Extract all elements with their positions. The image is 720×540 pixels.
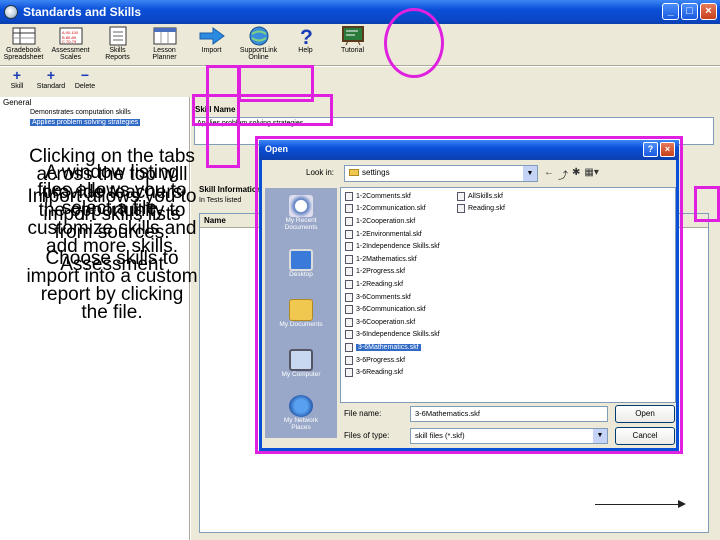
main-toolbar: Gradebook Spreadsheet A 90-100 B 80-89 C 7… — [0, 24, 720, 66]
lesson-planner-label: Lesson Planner — [152, 47, 177, 61]
window-title: Standards and Skills — [23, 5, 142, 19]
skills-reports-label: Skills Reports — [105, 47, 130, 61]
assessment-scales-label: Assessment Scales — [51, 47, 90, 61]
help-label: Help — [298, 47, 313, 54]
minimize-button[interactable]: _ — [662, 3, 679, 20]
list-item-label: Demonstrates computation skills — [30, 109, 131, 116]
gradebook-button[interactable]: Gradebook Spreadsheet — [0, 24, 47, 66]
reports-icon — [104, 25, 132, 47]
svg-text:C 70-79: C 70-79 — [62, 39, 77, 44]
list-item-selected[interactable]: Applies problem solving strategies — [0, 118, 189, 128]
supportlink-label: SupportLink Online — [239, 47, 278, 61]
lesson-planner-button[interactable]: Lesson Planner — [141, 24, 188, 66]
add-skill-label: Skill — [10, 83, 24, 90]
plus-icon: + — [46, 67, 56, 83]
app-icon — [4, 5, 18, 19]
tutorial-button[interactable]: Tutorial — [329, 24, 376, 66]
planner-icon — [151, 25, 179, 47]
add-skill-button[interactable]: + Skill — [0, 67, 34, 97]
gradebook-icon — [10, 25, 38, 47]
highlight-right-edge — [694, 186, 720, 222]
tutorial-label: Tutorial — [340, 47, 365, 54]
list-item-label: Applies problem solving strategies — [30, 119, 141, 126]
highlight-skill-name — [192, 94, 333, 126]
import-label: Import — [201, 47, 222, 54]
tutorial-icon — [339, 25, 367, 47]
add-standard-button[interactable]: + Standard — [34, 67, 68, 97]
add-standard-label: Standard — [36, 83, 66, 90]
group-header[interactable]: General — [0, 97, 189, 108]
maximize-button[interactable]: □ — [681, 3, 698, 20]
window-titlebar: Standards and Skills _ □ × — [0, 0, 720, 24]
list-item[interactable]: Demonstrates computation skills — [0, 108, 189, 118]
assessment-scales-button[interactable]: A 90-100 B 80-89 C 70-79 Assessment Scales — [47, 24, 94, 66]
scales-icon: A 90-100 B 80-89 C 70-79 — [57, 25, 85, 47]
highlight-open-dialog — [255, 136, 683, 454]
caption-layer-3: Import allows you to import skills lists… — [27, 186, 197, 243]
import-button[interactable]: Import — [188, 24, 235, 66]
help-icon: ? — [292, 25, 320, 47]
skill-information-label: Skill Information — [199, 185, 262, 194]
import-arrow-icon — [198, 25, 226, 47]
sub-toolbar: + Skill + Standard − Delete — [0, 67, 720, 97]
close-button[interactable]: × — [700, 3, 717, 20]
tests-listed-label: In Tests listed — [199, 197, 242, 204]
next-arrow-line — [595, 504, 679, 505]
window-controls: _ □ × — [662, 3, 717, 20]
globe-icon — [245, 25, 273, 47]
highlight-circle — [384, 8, 444, 78]
next-arrow-icon — [678, 500, 686, 508]
delete-label: Delete — [74, 83, 96, 90]
delete-button[interactable]: − Delete — [68, 67, 102, 97]
supportlink-button[interactable]: SupportLink Online — [235, 24, 282, 66]
gradebook-label: Gradebook Spreadsheet — [3, 47, 44, 61]
plus-icon: + — [12, 67, 22, 83]
skills-reports-button[interactable]: Skills Reports — [94, 24, 141, 66]
minus-icon: − — [80, 67, 90, 83]
help-button[interactable]: ? Help — [282, 24, 329, 66]
svg-text:?: ? — [300, 26, 313, 47]
caption-layer-4: Choose skills to import into a custom re… — [26, 248, 198, 323]
